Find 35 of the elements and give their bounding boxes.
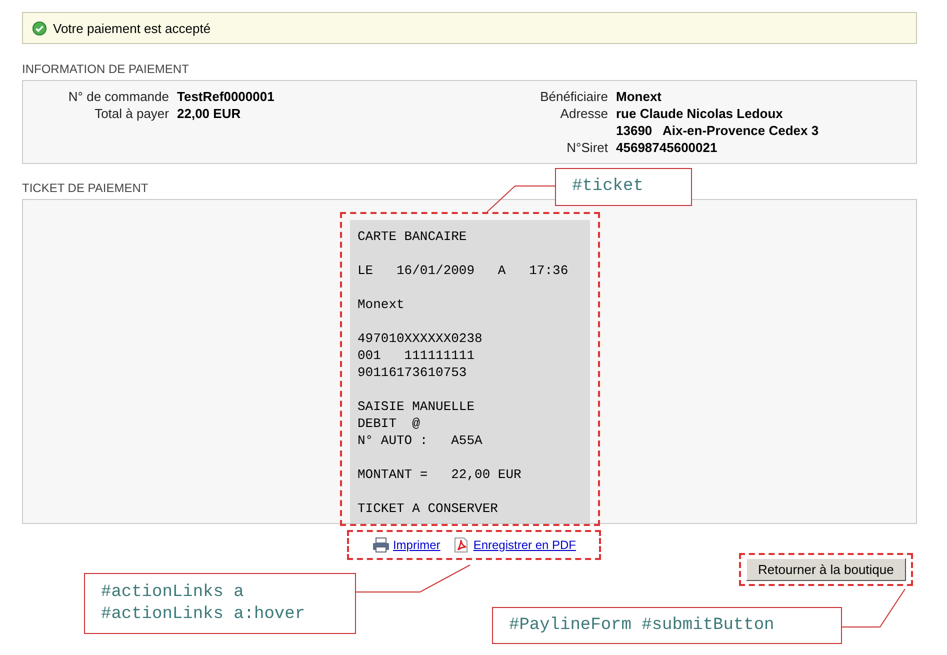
receipt-line: LE 16/01/2009 A 17:36 <box>358 262 570 279</box>
receipt-line: CARTE BANCAIRE <box>358 228 468 245</box>
field-value: 45698745600021 <box>616 139 718 156</box>
field-label: Total à payer <box>94 105 169 122</box>
annotation-text: #ticket <box>572 176 644 198</box>
receipt-line: TICKET A CONSERVER <box>358 500 499 517</box>
field-value: 13690 Aix-en-Provence Cedex 3 <box>616 122 820 139</box>
receipt-line: N° AUTO : A55A <box>358 432 484 449</box>
field-value: rue Claude Nicolas Ledoux <box>616 105 784 122</box>
receipt-line: DEBIT @ <box>358 415 421 432</box>
pdf-icon <box>452 537 470 553</box>
return-button[interactable]: Retourner à la boutique <box>746 558 906 581</box>
action-link[interactable]: Enregistrer en PDF <box>452 537 576 553</box>
action-link[interactable]: Imprimer <box>372 537 440 553</box>
annotation-text: #actionLinks a <box>101 582 245 604</box>
receipt-line: 497010XXXXXX0238 <box>358 330 484 347</box>
annotation-text: #actionLinks a:hover <box>101 604 306 626</box>
field-label: N°Siret <box>566 139 608 156</box>
field-label: Adresse <box>559 105 608 123</box>
receipt-line: 90116173610753 <box>358 364 468 381</box>
section-heading: TICKET DE PAIEMENT <box>22 181 148 195</box>
field-label: Bénéficiaire <box>539 88 608 105</box>
check-icon <box>32 20 47 36</box>
receipt-line: MONTANT = 22,00 EUR <box>358 466 522 483</box>
section-heading: INFORMATION DE PAIEMENT <box>22 62 189 76</box>
annotation-text: #PaylineForm #submitButton <box>509 614 776 636</box>
receipt-line: SAISIE MANUELLE <box>358 398 476 415</box>
receipt-line: Monext <box>358 296 406 313</box>
receipt-line: 001 111111111 <box>358 347 476 364</box>
printer-icon <box>372 537 390 553</box>
success-message: Votre paiement est accepté <box>53 20 211 36</box>
field-value: 22,00 EUR <box>177 105 242 122</box>
field-value: TestRef0000001 <box>177 88 276 105</box>
field-value: Monext <box>616 88 662 105</box>
field-label: N° de commande <box>67 88 169 105</box>
